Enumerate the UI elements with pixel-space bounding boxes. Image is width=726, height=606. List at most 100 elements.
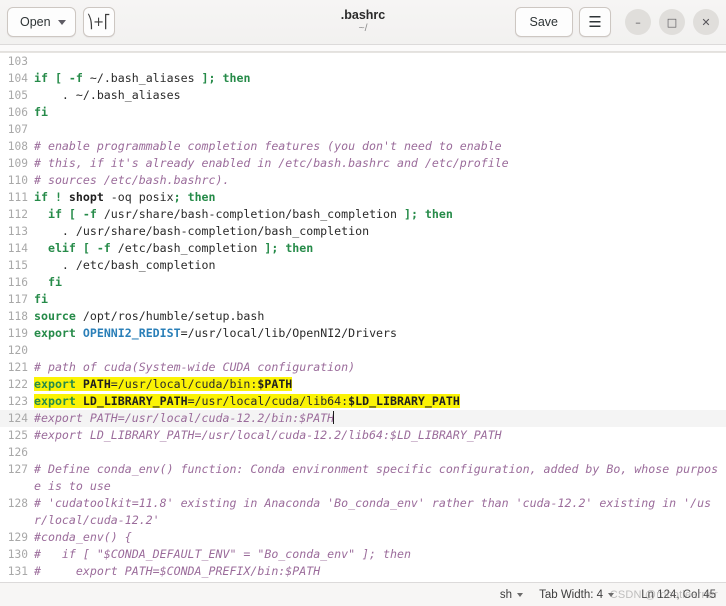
code-token: =/usr/local/cuda/bin: (110, 377, 258, 391)
code-line[interactable]: 125 #export LD_LIBRARY_PATH=/usr/local/cu… (0, 427, 726, 444)
open-button[interactable]: Open (7, 7, 76, 37)
code-line[interactable]: 124 #export PATH=/usr/local/cuda-12.2/bin… (0, 410, 726, 427)
source-view[interactable]: 103 104 if [ -f ~/.bash_aliases ]; then 10… (0, 53, 726, 582)
code-text: # path of cuda(System-wide CUDA configur… (34, 359, 726, 376)
language-selector[interactable]: sh (499, 588, 524, 601)
code-token: -oq posix (110, 190, 174, 204)
new-tab-button[interactable]: ⎞+⎡ (82, 7, 115, 37)
code-line[interactable]: 122 export PATH=/usr/local/cuda/bin:$PATH (0, 376, 726, 393)
code-token: ~/.bash_aliases (82, 71, 202, 85)
line-number: 104 (7, 72, 28, 85)
code-line[interactable]: 121 # path of cuda(System-wide CUDA confi… (0, 359, 726, 376)
code-token: =/usr/local/cuda/lib64: (187, 394, 349, 408)
line-number: 105 (7, 89, 28, 102)
code-line[interactable]: 108 # enable programmable completion feat… (0, 138, 726, 155)
code-line[interactable]: 105 . ~/.bash_aliases (0, 87, 726, 104)
line-number: 128 (7, 497, 28, 510)
code-token: fi (34, 292, 48, 306)
line-number: 121 (7, 361, 28, 374)
code-token (75, 377, 83, 391)
code-token: #conda_env() { (34, 530, 132, 544)
hamburger-menu-button[interactable]: ☰ (579, 7, 611, 37)
close-button[interactable]: ✕ (693, 9, 719, 35)
code-token: source (34, 309, 76, 323)
line-number: 131 (7, 565, 28, 578)
code-token: # this, if it's already enabled in /etc/… (34, 156, 509, 170)
code-line[interactable]: 104 if [ -f ~/.bash_aliases ]; then (0, 70, 726, 87)
line-number: 112 (7, 208, 28, 221)
code-text: #export PATH=/usr/local/cuda-12.2/bin:$P… (34, 410, 726, 427)
code-line[interactable]: 107 (0, 121, 726, 138)
code-token: # enable programmable completion feature… (34, 139, 502, 153)
code-line[interactable]: 123 export LD_LIBRARY_PATH=/usr/local/cud… (0, 393, 726, 410)
code-text: . /usr/share/bash-completion/bash_comple… (34, 223, 726, 240)
code-token: fi (47, 275, 62, 289)
code-line[interactable]: 113 . /usr/share/bash-completion/bash_co… (0, 223, 726, 240)
code-line[interactable]: 127 # Define conda_env() function: Conda … (0, 461, 726, 495)
chevron-down-icon (517, 592, 524, 597)
save-button[interactable]: Save (514, 7, 573, 37)
code-line[interactable]: 130 # if [ "$CONDA_DEFAULT_ENV" = "Bo_con… (0, 546, 726, 563)
code-line[interactable]: 117 fi (0, 291, 726, 308)
header-right-group: Save ☰ – □ ✕ (514, 7, 719, 37)
code-line[interactable]: 110 # sources /etc/bash.bashrc). (0, 172, 726, 189)
status-bar: sh Tab Width: 4 Ln 124, Col 45 CSDN @rob… (0, 582, 726, 606)
code-line[interactable]: 112 if [ -f /usr/share/bash-completion/b… (0, 206, 726, 223)
line-number: 124 (7, 412, 28, 425)
hamburger-icon: ☰ (588, 14, 602, 31)
code-text: fi (34, 104, 726, 121)
page-title: .bashrc (340, 7, 386, 22)
line-number: 118 (7, 310, 28, 323)
new-tab-icon: ⎞+⎡ (86, 14, 111, 30)
maximize-button[interactable]: □ (659, 9, 685, 35)
code-token: then (187, 190, 216, 204)
code-token: =/usr/local/lib/OpenNI2/Drivers (180, 326, 397, 340)
chevron-down-icon (608, 592, 614, 597)
save-button-label: Save (529, 15, 559, 29)
editor-scroll-area[interactable]: 103 104 if [ -f ~/.bash_aliases ]; then 10… (0, 53, 726, 582)
tab-width-label: Tab Width: 4 (539, 588, 603, 601)
line-number: 109 (7, 157, 28, 170)
code-line[interactable]: 119 export OPENNI2_REDIST=/usr/local/lib/… (0, 325, 726, 342)
code-token: then (424, 207, 453, 221)
code-token: if [ -f (47, 207, 97, 221)
line-number: 125 (7, 429, 28, 442)
code-token: LD_LIBRARY_PATH (82, 394, 188, 408)
code-line[interactable]: 109 # this, if it's already enabled in /e… (0, 155, 726, 172)
code-token: then (222, 71, 251, 85)
code-token: # export PATH=$CONDA_PREFIX/bin:$PATH (34, 564, 321, 578)
code-token: . /etc/bash_completion (34, 258, 216, 272)
code-line[interactable]: 103 (0, 53, 726, 70)
code-line[interactable]: 114 elif [ -f /etc/bash_completion ]; th… (0, 240, 726, 257)
language-label: sh (499, 588, 513, 601)
code-text: export OPENNI2_REDIST=/usr/local/lib/Ope… (34, 325, 726, 342)
code-token: shopt (61, 190, 111, 204)
code-token (75, 394, 83, 408)
code-line[interactable]: 128 # 'cudatoolkit=11.8' existing in Anac… (0, 495, 726, 529)
code-line[interactable]: 111 if ! shopt -oq posix; then (0, 189, 726, 206)
line-number: 129 (7, 531, 28, 544)
tab-width-selector[interactable]: Tab Width: 4 (539, 589, 614, 601)
code-token: /opt/ros/humble/setup.bash (75, 309, 265, 323)
code-token: # sources /etc/bash.bashrc). (34, 173, 230, 187)
code-text: # this, if it's already enabled in /etc/… (34, 155, 726, 172)
code-line[interactable]: 131 # export PATH=$CONDA_PREFIX/bin:$PATH (0, 563, 726, 580)
code-line[interactable]: 129 #conda_env() { (0, 529, 726, 546)
minimize-button[interactable]: – (625, 9, 651, 35)
code-line[interactable]: 115 . /etc/bash_completion (0, 257, 726, 274)
code-line[interactable]: 118 source /opt/ros/humble/setup.bash (0, 308, 726, 325)
cursor-position[interactable]: Ln 124, Col 45 (630, 589, 716, 601)
code-line[interactable]: 120 (0, 342, 726, 359)
open-button-label: Open (20, 15, 51, 29)
code-token: /etc/bash_completion (110, 241, 265, 255)
code-line[interactable]: 106 fi (0, 104, 726, 121)
chevron-down-icon (57, 19, 66, 25)
code-line[interactable]: 126 (0, 444, 726, 461)
code-token: /usr/share/bash-completion/bash_completi… (96, 207, 404, 221)
code-line[interactable]: 116 fi (0, 274, 726, 291)
